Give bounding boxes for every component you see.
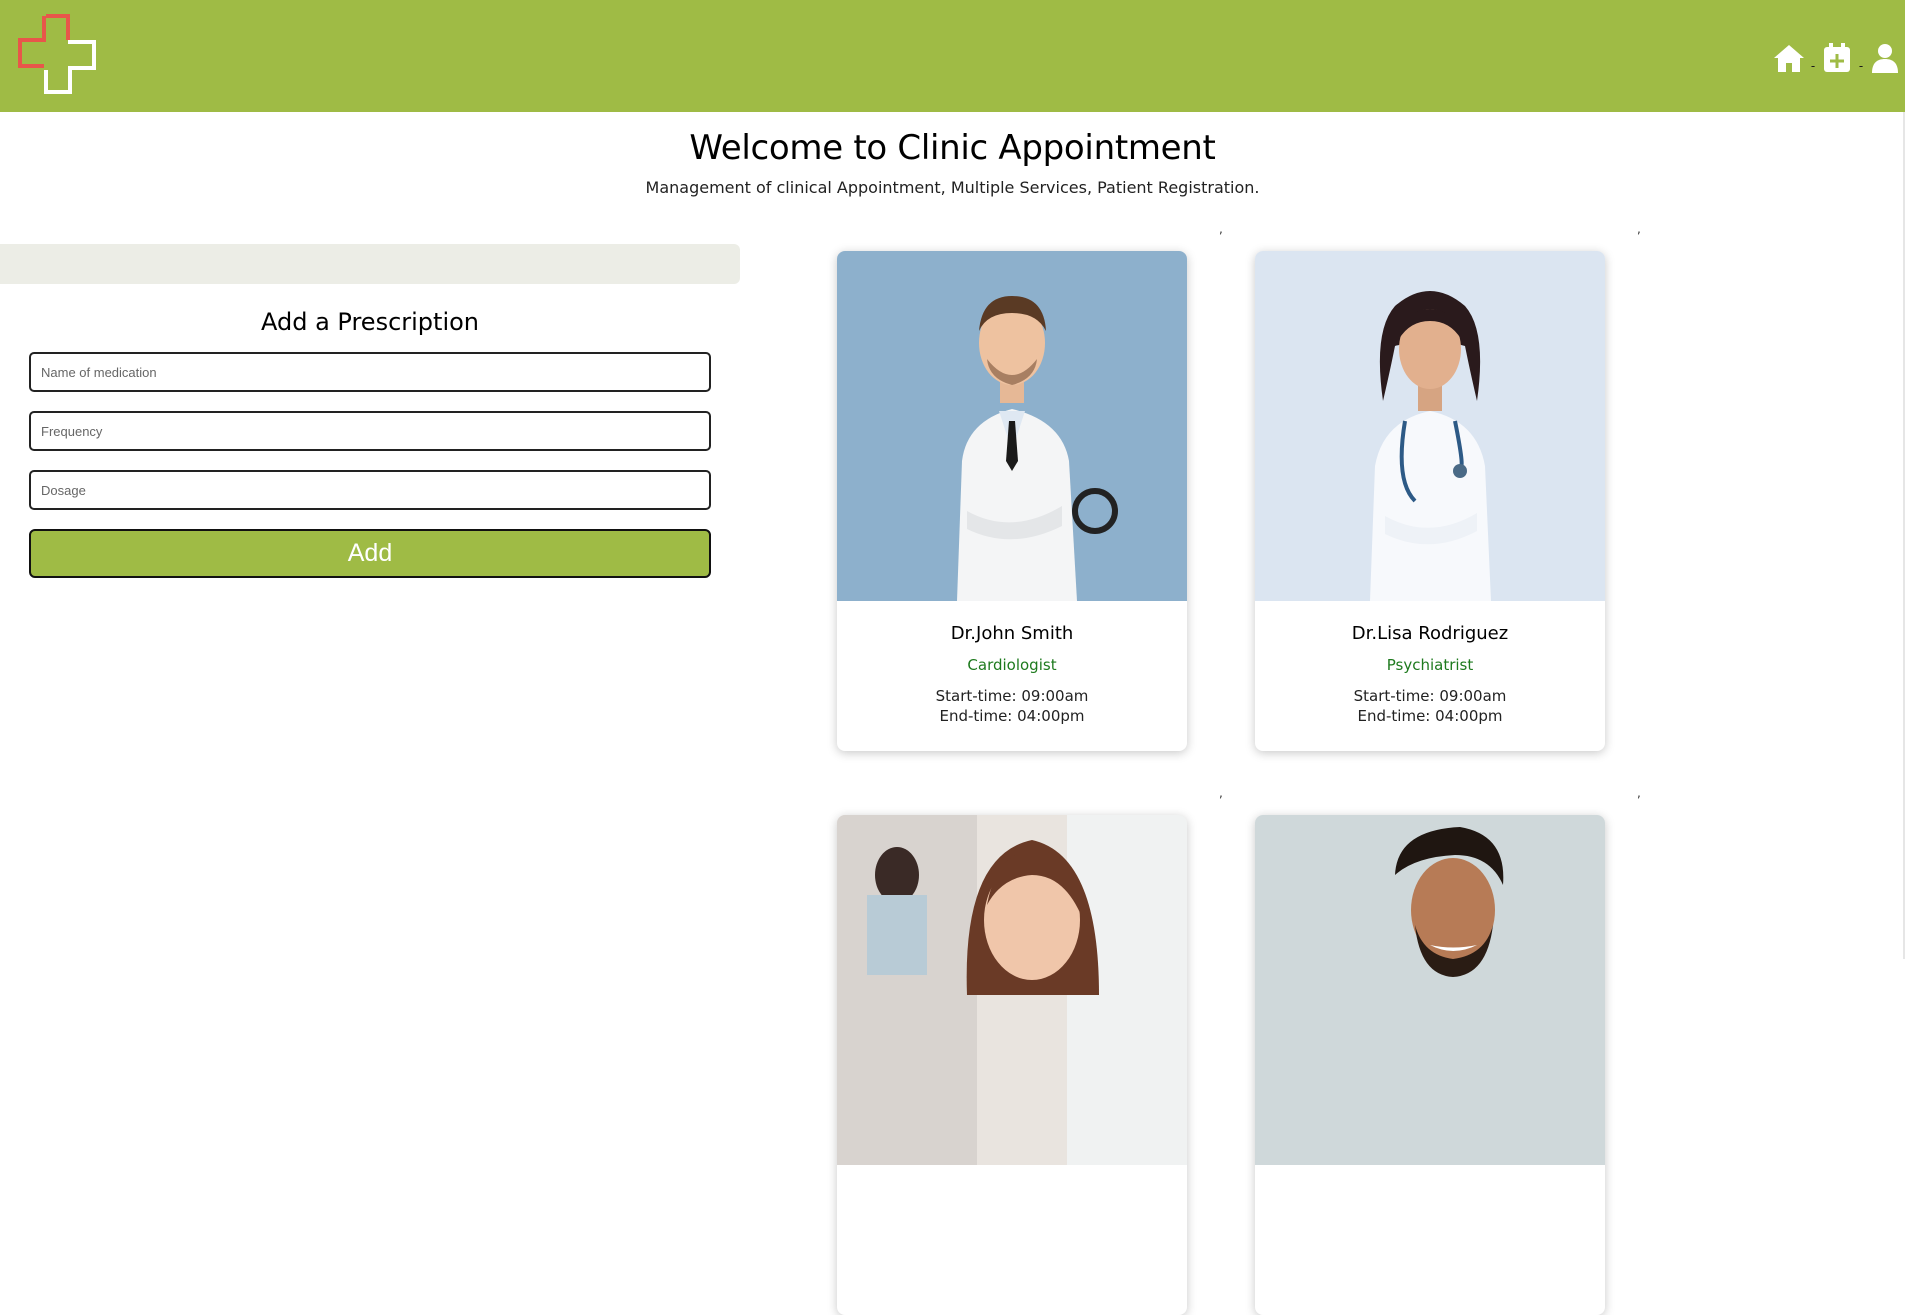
doctor-name: Dr.Lisa Rodriguez <box>1351 623 1509 644</box>
medication-name-input[interactable] <box>29 352 711 392</box>
dosage-input[interactable] <box>29 470 711 510</box>
page-subtitle: Management of clinical Appointment, Mult… <box>645 178 1260 197</box>
welcome-header: Welcome to Clinic Appointment Management… <box>0 128 1905 197</box>
doctor-info: Dr.John Smith Cardiologist Start-time: 0… <box>837 601 1187 726</box>
separator-mark: , <box>1219 786 1223 800</box>
calendar-plus-icon[interactable] <box>1817 38 1857 78</box>
home-icon[interactable] <box>1769 38 1809 78</box>
doctor-photo <box>837 815 1187 1165</box>
info-banner <box>0 244 740 284</box>
top-navigation-bar: - - <box>0 0 1905 112</box>
frequency-input[interactable] <box>29 411 711 451</box>
doctor-info: Dr.Lisa Rodriguez Psychiatrist Start-tim… <box>1255 601 1605 726</box>
doctor-info <box>837 1165 1187 1187</box>
end-time: End-time: 04:00pm <box>939 707 1085 725</box>
start-time: Start-time: 09:00am <box>1353 687 1507 705</box>
medical-cross-logo-icon[interactable] <box>16 12 102 96</box>
start-time: Start-time: 09:00am <box>935 687 1089 705</box>
end-time: End-time: 04:00pm <box>1357 707 1503 725</box>
doctor-card[interactable]: Dr.John Smith Cardiologist Start-time: 0… <box>837 251 1187 751</box>
doctor-photo <box>1255 815 1605 1165</box>
doctor-photo <box>1255 251 1605 601</box>
form-title: Add a Prescription <box>260 308 480 336</box>
prescription-form: Add a Prescription Add <box>29 308 711 578</box>
nav-separator: - <box>1858 59 1864 73</box>
doctor-name: Dr.John Smith <box>950 623 1074 644</box>
doctor-card[interactable]: Dr.Lisa Rodriguez Psychiatrist Start-tim… <box>1255 251 1605 751</box>
user-icon[interactable] <box>1865 38 1905 78</box>
doctor-specialty: Psychiatrist <box>1386 656 1474 674</box>
separator-mark: , <box>1637 222 1641 236</box>
separator-mark: , <box>1637 786 1641 800</box>
nav-separator: - <box>1810 59 1816 73</box>
doctor-hours: Start-time: 09:00am End-time: 04:00pm <box>837 686 1187 726</box>
add-prescription-button[interactable]: Add <box>29 529 711 578</box>
doctor-card[interactable] <box>837 815 1187 1315</box>
doctor-specialty: Cardiologist <box>967 656 1057 674</box>
separator-mark: , <box>1219 222 1223 236</box>
doctor-card[interactable] <box>1255 815 1605 1315</box>
page-title: Welcome to Clinic Appointment <box>689 128 1216 168</box>
doctor-photo <box>837 251 1187 601</box>
doctor-info <box>1255 1165 1605 1187</box>
top-nav: - - <box>1769 38 1905 78</box>
doctor-hours: Start-time: 09:00am End-time: 04:00pm <box>1255 686 1605 726</box>
